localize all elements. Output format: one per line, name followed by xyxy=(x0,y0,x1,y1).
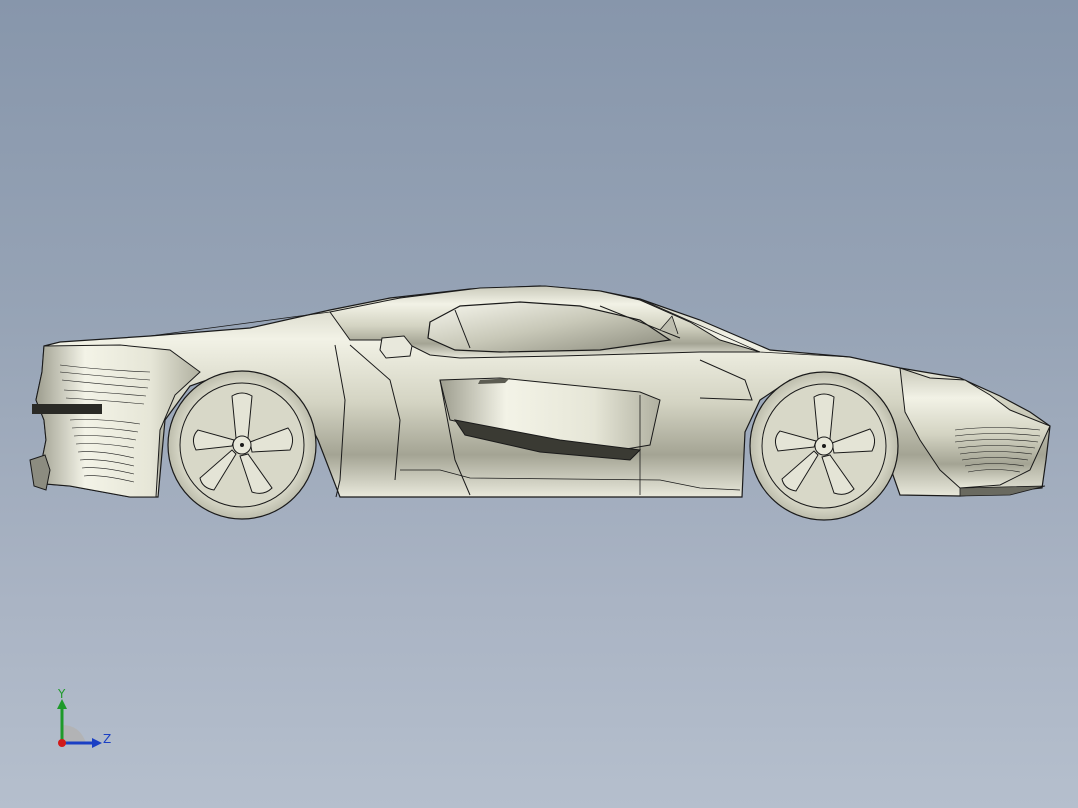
car-model[interactable] xyxy=(0,0,1078,808)
front-wheel xyxy=(749,371,899,521)
x-axis-dot-icon xyxy=(58,739,66,747)
triad-base-icon xyxy=(62,725,86,743)
front-splitter xyxy=(959,485,1046,497)
z-axis-label: Z xyxy=(103,732,112,746)
exhaust xyxy=(29,454,51,491)
y-axis-label: Y xyxy=(58,687,66,701)
side-mirror xyxy=(379,335,413,359)
rear-bumper-strip xyxy=(32,404,102,414)
graphics-viewport[interactable]: Y Z xyxy=(0,0,1078,808)
z-axis-arrow-icon xyxy=(92,738,102,748)
rear-wheel xyxy=(167,370,317,520)
